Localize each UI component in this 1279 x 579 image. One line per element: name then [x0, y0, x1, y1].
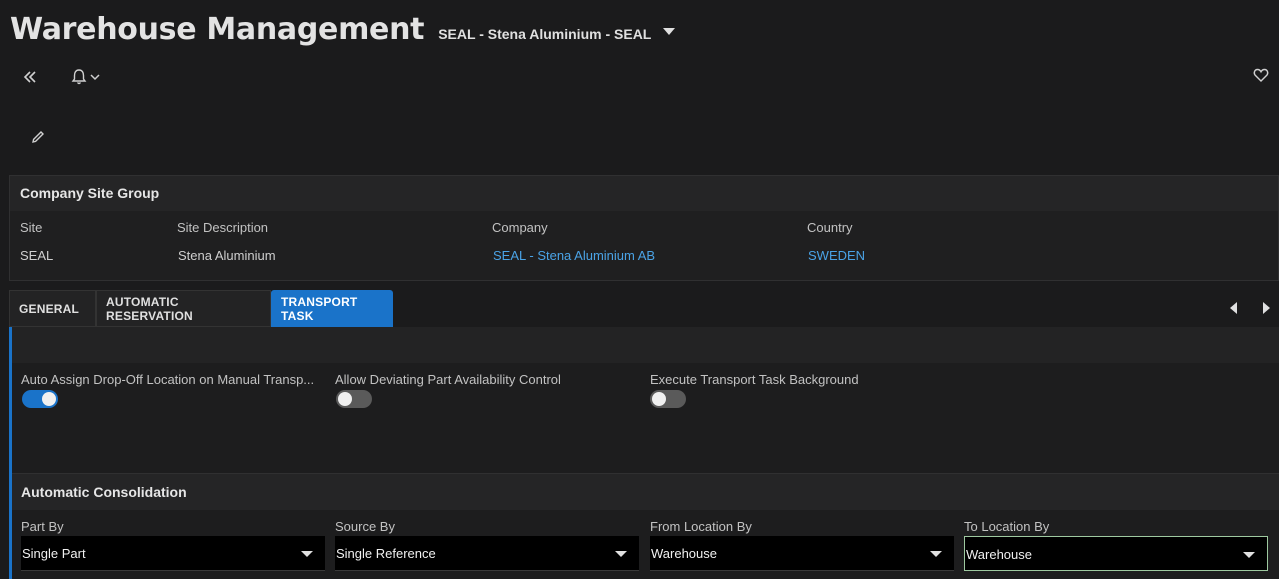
toggle-knob	[652, 392, 666, 406]
site-description-value: Stena Aluminium	[178, 248, 276, 263]
source-by-select[interactable]: Single Reference	[335, 536, 639, 571]
execute-background-toggle[interactable]	[650, 390, 686, 408]
source-by-label: Source By	[335, 519, 395, 534]
company-label: Company	[492, 220, 548, 235]
tab-scroll-left-icon[interactable]	[1230, 302, 1237, 314]
chevron-down-icon	[90, 74, 100, 81]
caret-down-icon	[615, 551, 627, 557]
bell-icon	[71, 69, 87, 85]
heart-icon[interactable]	[1251, 65, 1271, 85]
to-location-by-label: To Location By	[964, 519, 1050, 534]
caret-down-icon	[930, 551, 942, 557]
source-by-value: Single Reference	[336, 546, 436, 561]
part-by-select[interactable]: Single Part	[21, 536, 325, 571]
tab-transport-task[interactable]: TRANSPORT TASK	[271, 290, 393, 327]
transport-task-panel: Auto Assign Drop-Off Location on Manual …	[9, 327, 1279, 579]
from-location-by-label: From Location By	[650, 519, 752, 534]
panel-band	[12, 327, 1279, 363]
tab-scroll-right-icon[interactable]	[1263, 302, 1270, 314]
pencil-icon[interactable]	[28, 127, 48, 147]
site-label: Site	[20, 220, 43, 235]
part-by-value: Single Part	[22, 546, 86, 561]
group-title: Company Site Group	[20, 185, 160, 201]
tab-general[interactable]: GENERAL	[9, 290, 96, 327]
allow-deviating-label: Allow Deviating Part Availability Contro…	[335, 372, 561, 387]
auto-assign-toggle[interactable]	[22, 390, 58, 408]
to-location-by-value: Warehouse	[966, 547, 1032, 562]
from-location-by-select[interactable]: Warehouse	[650, 536, 954, 571]
double-chevron-left-icon[interactable]	[20, 67, 40, 87]
site-description-label: Site Description	[177, 220, 269, 235]
auto-assign-label: Auto Assign Drop-Off Location on Manual …	[21, 372, 315, 387]
toggle-knob	[42, 392, 56, 406]
context-selector[interactable]: SEAL - Stena Aluminium - SEAL	[438, 26, 676, 42]
company-link[interactable]: SEAL - Stena Aluminium AB	[493, 248, 655, 263]
context-label: SEAL - Stena Aluminium - SEAL	[438, 26, 652, 42]
part-by-label: Part By	[21, 519, 64, 534]
tab-automatic-reservation[interactable]: AUTOMATIC RESERVATION	[96, 290, 271, 327]
page-title: Warehouse Management	[10, 12, 425, 47]
page-header: Warehouse Management SEAL - Stena Alumin…	[10, 12, 676, 47]
automatic-consolidation-header: Automatic Consolidation	[12, 473, 1279, 510]
country-label: Country	[807, 220, 853, 235]
allow-deviating-toggle[interactable]	[336, 390, 372, 408]
country-link[interactable]: SWEDEN	[808, 248, 865, 263]
company-site-group-header: Company Site Group	[9, 175, 1279, 211]
caret-down-icon	[301, 551, 313, 557]
to-location-by-select[interactable]: Warehouse	[964, 536, 1268, 571]
notifications-menu[interactable]	[62, 66, 108, 88]
caret-down-icon	[663, 27, 676, 35]
section-title: Automatic Consolidation	[21, 484, 187, 500]
from-location-by-value: Warehouse	[651, 546, 717, 561]
caret-down-icon	[1243, 552, 1255, 558]
site-value: SEAL	[20, 248, 54, 263]
execute-background-label: Execute Transport Task Background	[650, 372, 859, 387]
company-site-group: Site SEAL Site Description Stena Alumini…	[9, 211, 1279, 281]
toggle-knob	[338, 392, 352, 406]
tab-bar: GENERAL AUTOMATIC RESERVATION TRANSPORT …	[9, 290, 393, 327]
